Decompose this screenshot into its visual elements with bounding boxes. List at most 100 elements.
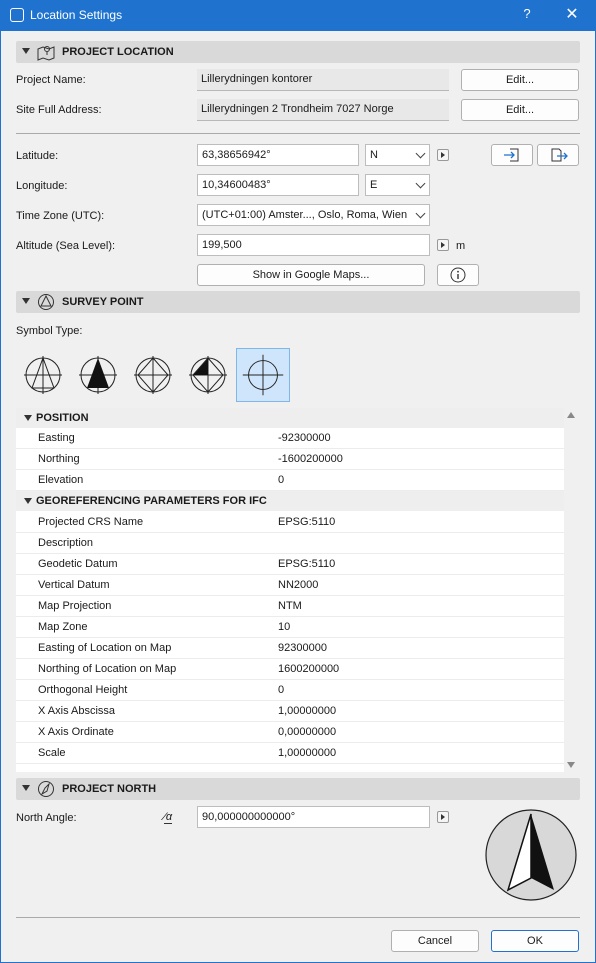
row-key: X Axis Abscissa: [38, 705, 116, 717]
table-row[interactable]: Vertical Datum NN2000: [16, 575, 564, 596]
latitude-label: Latitude:: [16, 150, 59, 162]
row-key: Easting of Location on Map: [38, 642, 172, 654]
table-row[interactable]: Orthogonal Height 0: [16, 680, 564, 701]
row-key: Northing of Location on Map: [38, 663, 177, 675]
row-value[interactable]: EPSG:5110: [278, 558, 335, 570]
longitude-input[interactable]: 10,34600483°: [197, 174, 359, 196]
symbol-crosshair-option[interactable]: [236, 348, 290, 402]
symbol-outline-triangle-option[interactable]: [16, 348, 70, 402]
table-row[interactable]: Projected CRS Name EPSG:5110: [16, 512, 564, 533]
scroll-down-arrow[interactable]: [567, 762, 575, 768]
footer-divider: [16, 917, 580, 918]
table-row[interactable]: Scale 1,00000000: [16, 743, 564, 764]
row-value[interactable]: 0: [278, 684, 284, 696]
info-icon: [450, 267, 466, 283]
ifc-parameters-group[interactable]: GEOREFERENCING PARAMETERS FOR IFC: [16, 491, 564, 511]
row-key: Map Zone: [38, 621, 88, 633]
map-pin-icon: [37, 46, 55, 61]
symbol-quadrant-filled-option[interactable]: [181, 348, 235, 402]
section-title: PROJECT NORTH: [62, 783, 157, 795]
row-value[interactable]: 92300000: [278, 642, 327, 654]
collapse-icon: [24, 415, 32, 421]
table-row[interactable]: X Axis Abscissa 1,00000000: [16, 701, 564, 722]
position-group[interactable]: POSITION: [16, 408, 564, 428]
section-title: SURVEY POINT: [62, 296, 144, 308]
altitude-unit: m: [456, 240, 466, 252]
table-row[interactable]: Map Projection NTM: [16, 596, 564, 617]
latitude-direction-value: N: [370, 149, 378, 161]
row-value[interactable]: NTM: [278, 600, 302, 612]
table-row[interactable]: Northing -1600200000: [16, 449, 564, 470]
window-title: Location Settings: [30, 8, 123, 22]
help-button[interactable]: ?: [520, 6, 534, 21]
chevron-down-icon: [415, 178, 426, 189]
north-angle-input[interactable]: 90,000000000000°: [197, 806, 430, 828]
table-row[interactable]: Easting of Location on Map 92300000: [16, 638, 564, 659]
chevron-down-icon: [415, 208, 426, 219]
table-row[interactable]: Easting -92300000: [16, 428, 564, 449]
longitude-direction-value: E: [370, 179, 378, 191]
latitude-arrow-button[interactable]: [437, 149, 449, 161]
row-key: Projected CRS Name: [38, 516, 144, 528]
compass-icon: [38, 781, 54, 797]
altitude-label: Altitude (Sea Level):: [16, 240, 116, 252]
table-row[interactable]: Northing of Location on Map 1600200000: [16, 659, 564, 680]
google-maps-button[interactable]: Show in Google Maps...: [197, 264, 425, 286]
section-title: PROJECT LOCATION: [62, 46, 174, 58]
timezone-value: (UTC+01:00) Amster..., Oslo, Roma, Wien: [202, 209, 408, 221]
collapse-icon: [24, 498, 32, 504]
table-row[interactable]: X Axis Ordinate 0,00000000: [16, 722, 564, 743]
row-value[interactable]: -92300000: [278, 432, 331, 444]
row-value[interactable]: EPSG:5110: [278, 516, 335, 528]
north-arrow-icon[interactable]: [484, 808, 578, 902]
symbol-quadrant-outline-icon: [134, 356, 172, 394]
table-row[interactable]: Geodetic Datum EPSG:5110: [16, 554, 564, 575]
row-key: Elevation: [38, 474, 84, 486]
north-angle-arrow-button[interactable]: [437, 811, 449, 823]
export-location-button[interactable]: [537, 144, 579, 166]
row-value[interactable]: 0: [278, 474, 284, 486]
row-value[interactable]: 0,00000000: [278, 726, 336, 738]
import-location-button[interactable]: [491, 144, 533, 166]
edit-site-address-button[interactable]: Edit...: [461, 99, 579, 121]
site-address-label: Site Full Address:: [16, 104, 102, 116]
table-row[interactable]: Elevation 0: [16, 470, 564, 491]
project-north-header[interactable]: PROJECT NORTH: [16, 778, 580, 800]
edit-project-name-button[interactable]: Edit...: [461, 69, 579, 91]
row-key: Scale: [38, 747, 66, 759]
survey-point-header[interactable]: SURVEY POINT: [16, 291, 580, 313]
longitude-direction-select[interactable]: E: [365, 174, 430, 196]
altitude-arrow-button[interactable]: [437, 239, 449, 251]
row-key: Geodetic Datum: [38, 558, 118, 570]
row-key: Map Projection: [38, 600, 112, 612]
cancel-button[interactable]: Cancel: [391, 930, 479, 952]
row-key: Northing: [38, 453, 80, 465]
ok-button[interactable]: OK: [491, 930, 579, 952]
altitude-input[interactable]: 199,500: [197, 234, 430, 256]
timezone-select[interactable]: (UTC+01:00) Amster..., Oslo, Roma, Wien: [197, 204, 430, 226]
group-title: POSITION: [36, 412, 89, 424]
export-icon: [551, 148, 568, 162]
table-row[interactable]: Map Zone 10: [16, 617, 564, 638]
row-value[interactable]: 1,00000000: [278, 705, 336, 717]
table-row[interactable]: Description: [16, 533, 564, 554]
row-key: Orthogonal Height: [38, 684, 128, 696]
survey-point-properties-tree: POSITION Easting -92300000 Northing -16002…: [16, 408, 564, 772]
symbol-filled-triangle-option[interactable]: [71, 348, 125, 402]
row-value[interactable]: 1600200000: [278, 663, 339, 675]
symbol-quadrant-outline-option[interactable]: [126, 348, 180, 402]
row-value[interactable]: 1,00000000: [278, 747, 336, 759]
collapse-icon: [22, 48, 30, 54]
chevron-down-icon: [415, 148, 426, 159]
row-value[interactable]: 10: [278, 621, 290, 633]
row-value[interactable]: -1600200000: [278, 453, 343, 465]
north-angle-label: North Angle:: [16, 812, 77, 824]
latitude-direction-select[interactable]: N: [365, 144, 430, 166]
info-button[interactable]: [437, 264, 479, 286]
project-location-header[interactable]: PROJECT LOCATION: [16, 41, 580, 63]
scroll-up-arrow[interactable]: [567, 412, 575, 418]
symbol-outline-triangle-icon: [24, 356, 62, 394]
latitude-input[interactable]: 63,38656942°: [197, 144, 359, 166]
row-value[interactable]: NN2000: [278, 579, 318, 591]
close-button[interactable]: ✕: [562, 4, 582, 24]
